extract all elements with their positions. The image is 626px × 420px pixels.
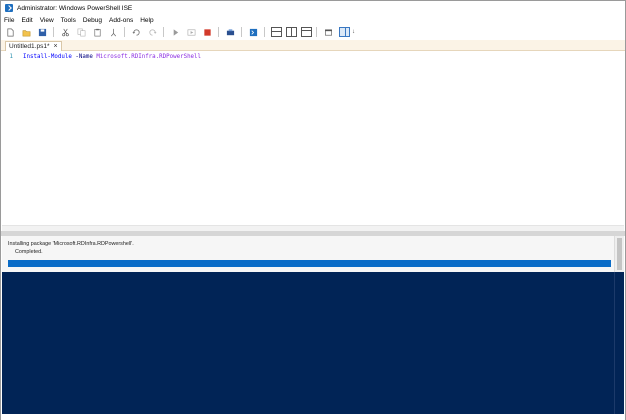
menu-add-ons[interactable]: Add-ons: [109, 17, 133, 24]
powershell-ise-icon: [5, 4, 13, 12]
run-selection-button[interactable]: [186, 27, 196, 37]
show-command-addon-button[interactable]: [339, 27, 350, 37]
play-icon: [173, 28, 178, 36]
toolbar-separator: [124, 27, 125, 37]
save-icon: [38, 28, 46, 36]
menu-debug[interactable]: Debug: [83, 17, 102, 24]
redo-button[interactable]: [147, 27, 157, 37]
menu-help[interactable]: Help: [140, 17, 153, 24]
clear-button[interactable]: [108, 27, 118, 37]
clipboard-icon: [93, 28, 101, 36]
addon-pane-icon: [345, 28, 346, 36]
powershell-icon: [249, 28, 257, 36]
command-window-icon: [324, 28, 332, 36]
run-selection-icon: [187, 28, 195, 36]
paste-button[interactable]: [92, 27, 102, 37]
toolbar-overflow[interactable]: ↓: [352, 29, 355, 35]
toolbar: ↓: [1, 25, 625, 39]
stop-icon: [203, 28, 211, 36]
scrollbar-thumb[interactable]: [617, 238, 622, 270]
progress-status: Completed.: [15, 249, 43, 255]
new-script-button[interactable]: [5, 27, 15, 37]
remote-session-icon: [226, 28, 234, 35]
toolbar-separator: [316, 27, 317, 37]
progress-fill: [8, 260, 611, 267]
close-icon[interactable]: ×: [53, 43, 57, 50]
open-button[interactable]: [21, 27, 31, 37]
menu-tools[interactable]: Tools: [61, 17, 76, 24]
layout-maximized-icon: [302, 30, 311, 31]
toolbar-separator: [53, 27, 54, 37]
title-bar: Administrator: Windows PowerShell ISE: [1, 1, 625, 15]
cut-button[interactable]: [60, 27, 70, 37]
parameter-token: -Name: [75, 54, 93, 60]
toolbar-separator: [241, 27, 242, 37]
progress-pane: Installing package 'Microsoft.RDInfra.RD…: [2, 236, 614, 272]
start-powershell-button[interactable]: [248, 27, 258, 37]
copy-button[interactable]: [76, 27, 86, 37]
progress-bar: [8, 260, 611, 267]
broom-icon: [110, 28, 116, 36]
stop-button[interactable]: [202, 27, 212, 37]
console-pane[interactable]: [2, 272, 614, 414]
undo-icon: [131, 28, 140, 36]
menu-edit[interactable]: Edit: [21, 17, 32, 24]
tab-untitled1[interactable]: Untitled1.ps1* ×: [5, 41, 62, 51]
layout-script-maximized-button[interactable]: [301, 27, 312, 37]
run-script-button[interactable]: [170, 27, 180, 37]
toolbar-separator: [163, 27, 164, 37]
layout-top-icon: [272, 31, 281, 32]
layout-script-right-button[interactable]: [286, 27, 297, 37]
status-bar: [1, 414, 625, 420]
progress-scrollbar[interactable]: [614, 236, 624, 272]
new-file-icon: [6, 28, 14, 36]
layout-script-top-button[interactable]: [271, 27, 282, 37]
menu-bar: File Edit View Tools Debug Add-ons Help: [1, 15, 625, 25]
scissors-icon: [61, 28, 69, 36]
folder-icon: [22, 29, 30, 36]
argument-token: Microsoft.RDInfra.RDPowerShell: [96, 54, 202, 60]
toolbar-separator: [264, 27, 265, 37]
menu-view[interactable]: View: [40, 17, 54, 24]
show-command-button[interactable]: [323, 27, 333, 37]
command-token: Install-Module: [23, 54, 72, 60]
script-editor[interactable]: 1 Install-Module -Name Microsoft.RDInfra…: [2, 51, 624, 225]
tab-label: Untitled1.ps1*: [9, 43, 50, 50]
console-scrollbar[interactable]: [614, 272, 624, 414]
layout-right-icon: [291, 28, 292, 36]
window-title: Administrator: Windows PowerShell ISE: [17, 4, 133, 12]
copy-icon: [77, 28, 85, 36]
script-tab-strip: Untitled1.ps1* ×: [1, 40, 625, 51]
save-button[interactable]: [37, 27, 47, 37]
code-line: 1 Install-Module -Name Microsoft.RDInfra…: [2, 53, 202, 61]
undo-button[interactable]: [131, 27, 141, 37]
menu-file[interactable]: File: [4, 17, 14, 24]
toolbar-separator: [218, 27, 219, 37]
line-number: 1: [9, 54, 14, 60]
powershell-ise-window: Administrator: Windows PowerShell ISE Fi…: [0, 0, 626, 420]
progress-activity: Installing package 'Microsoft.RDInfra.RD…: [8, 241, 134, 247]
remote-powershell-button[interactable]: [225, 27, 235, 37]
redo-icon: [148, 28, 157, 36]
